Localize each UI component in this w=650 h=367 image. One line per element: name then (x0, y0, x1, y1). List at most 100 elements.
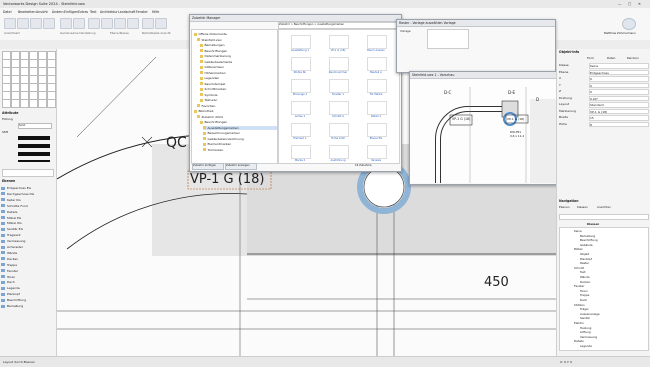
layer-item[interactable]: Legende (1, 286, 54, 292)
class-item[interactable]: Raster (580, 261, 648, 265)
class-item[interactable]: Gebäude (580, 243, 648, 247)
layer-item[interactable]: Tragwerk (1, 233, 54, 239)
resource-tree-item[interactable]: Datenmarkierung (200, 54, 277, 59)
property-value-field[interactable]: 0 (589, 82, 649, 88)
resource-tree-item[interactable]: Bezeichnungsmarken (203, 131, 277, 136)
resource-tree-item[interactable]: Favoriten (197, 104, 277, 109)
class-item[interactable]: Plankopf (580, 257, 648, 261)
resource-tree-item[interactable]: Türmarken (203, 148, 277, 153)
resource-tree-item[interactable]: Höhenmarken (200, 71, 277, 76)
resource-thumbnail[interactable]: Höhe 0.00 (323, 121, 353, 145)
nav-tab-classes[interactable]: Klassen (577, 205, 588, 209)
layer-item[interactable]: Treppe (1, 263, 54, 269)
property-value-field[interactable]: 15 (589, 115, 649, 121)
layer-item[interactable]: Vermessung (1, 239, 54, 245)
resource-tree-item[interactable]: Legenden (200, 76, 277, 81)
class-item[interactable]: Dach (580, 298, 648, 302)
menu-item[interactable]: Ansicht (36, 10, 48, 14)
resource-tree-item[interactable]: Gebäudeelemente (200, 60, 277, 65)
menu-item[interactable]: Einfügen (64, 10, 78, 14)
property-value-field[interactable]: Keine (589, 63, 649, 69)
property-value-field[interactable]: 0 (589, 76, 649, 82)
resource-tree-item[interactable]: Offene Dokumente (194, 32, 274, 37)
resource-tree-item[interactable]: Schnittmarken (200, 87, 277, 92)
ribbon-button[interactable] (30, 18, 42, 29)
property-value-field[interactable]: 8 (589, 121, 649, 127)
resource-tree-item[interactable]: Elementmarken (203, 142, 277, 147)
resource-thumbnail[interactable]: Achse 1 (285, 99, 315, 123)
property-value-field[interactable]: Standard (589, 102, 649, 108)
menu-item[interactable]: Landschaft (118, 10, 135, 14)
ribbon-button[interactable] (43, 18, 55, 29)
resource-tree-item[interactable]: Bibliothek (194, 109, 274, 114)
resource-tree-item[interactable]: Beschriftungen (200, 120, 277, 125)
pen-swatch[interactable] (18, 152, 50, 156)
resource-tree-item[interactable]: Texturen (200, 98, 277, 103)
layer-item[interactable]: Türen (1, 275, 54, 281)
resource-path-field[interactable]: Zubehör > Beschriftungen > Ausstattungsm… (278, 22, 400, 29)
class-item[interactable]: Fenster (574, 284, 644, 288)
resource-thumbnail[interactable]: Bauteil A (361, 55, 391, 79)
resource-tree-item[interactable]: Bemaßungen (200, 43, 277, 48)
menu-item[interactable]: Text (90, 10, 96, 14)
layer-item[interactable]: Dachgeschoss DG (1, 192, 54, 198)
tab-form[interactable]: Form (587, 56, 594, 60)
layer-item[interactable]: Dach (1, 280, 54, 286)
class-filter-field[interactable] (559, 214, 649, 220)
resource-thumbnail[interactable]: Raumnummer (323, 55, 353, 79)
attribute-field[interactable] (2, 169, 54, 177)
resource-tree-item[interactable]: Raumstempel (200, 82, 277, 87)
resource-tree-item[interactable]: Beschriftungen (200, 49, 277, 54)
class-item[interactable]: Lüftung (580, 330, 648, 334)
class-item[interactable]: Sanitär (580, 316, 648, 320)
ribbon-button[interactable] (73, 18, 85, 29)
menu-item[interactable]: Hilfe (152, 10, 159, 14)
pen-swatch[interactable] (18, 136, 50, 140)
class-item[interactable]: Legende (580, 344, 648, 348)
resource-tree-item[interactable]: Steinfeld.vwx (197, 38, 277, 43)
resource-tree-item[interactable]: Gebäudekennzeichnung (203, 137, 277, 142)
layer-item[interactable]: Wände (1, 251, 54, 257)
resource-thumbnail[interactable]: Tür Marke (361, 77, 391, 101)
layer-item[interactable]: Möbel EG (1, 216, 54, 222)
menu-item[interactable]: Extras (78, 10, 88, 14)
ribbon-button[interactable] (155, 18, 167, 29)
resource-tree-item[interactable]: Zubehör 2024 (197, 115, 277, 120)
layer-item[interactable]: Details (1, 210, 54, 216)
resource-thumbnail[interactable]: Marke 2 (285, 143, 315, 163)
property-value-field[interactable]: Erdgeschoss (589, 69, 649, 75)
resource-thumbnail[interactable]: Ausstattung 1 (285, 33, 315, 57)
close-button[interactable]: ✕ (638, 2, 641, 6)
tab-data[interactable]: Daten (607, 56, 615, 60)
ribbon-button[interactable] (142, 18, 154, 29)
layer-item[interactable]: Achsraster (1, 245, 54, 251)
class-item[interactable]: Details (574, 339, 644, 343)
maximize-button[interactable]: □ (628, 2, 631, 6)
fill-select[interactable]: Solid (18, 123, 52, 129)
resource-thumbnail[interactable]: Element 1 (285, 121, 315, 145)
class-item[interactable]: Decken (580, 280, 648, 284)
resource-tree-item[interactable]: Ausstattungsmarken (203, 125, 277, 130)
tool-button[interactable] (20, 99, 29, 108)
tool-button[interactable] (47, 99, 56, 108)
resource-tree-item[interactable]: Gitterachsen (200, 65, 277, 70)
tool-button[interactable] (38, 99, 47, 108)
ribbon-button[interactable] (101, 18, 113, 29)
property-value-field[interactable]: 0 (589, 89, 649, 95)
class-item[interactable]: Keine (574, 229, 644, 233)
class-item[interactable]: Möbel (574, 247, 644, 251)
menu-item[interactable]: Ändern (52, 10, 63, 14)
canvas-tag-label[interactable]: VP-1 G (18) (190, 172, 264, 187)
nav-tab-layers[interactable]: Ebenen (559, 205, 570, 209)
nav-tab-views[interactable]: Ansichten (597, 205, 611, 209)
minimize-button[interactable]: — (618, 2, 622, 6)
class-item[interactable]: Schnitt (574, 266, 644, 270)
class-item[interactable]: Beschriftung (580, 238, 648, 242)
resource-thumbnail[interactable]: Verweis (361, 143, 391, 163)
class-item[interactable]: Objekt (580, 252, 648, 256)
resource-tree-item[interactable]: Symbole (200, 93, 277, 98)
ribbon-button[interactable] (17, 18, 29, 29)
tool-button[interactable] (29, 99, 38, 108)
ribbon-button[interactable] (114, 18, 126, 29)
resource-thumbnail[interactable]: Ausführung (323, 143, 353, 163)
